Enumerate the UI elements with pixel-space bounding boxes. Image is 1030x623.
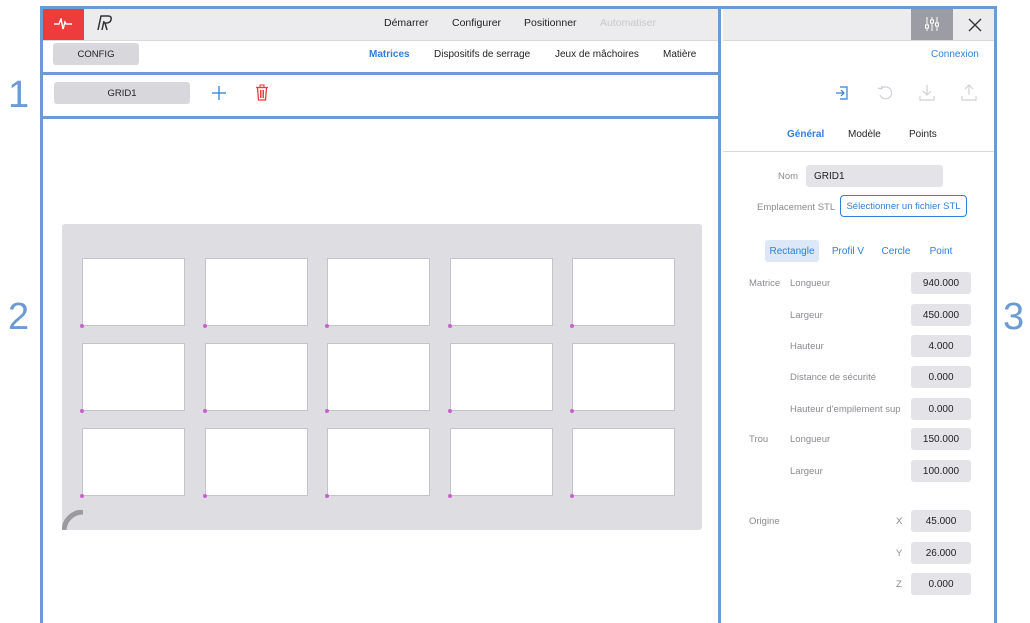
region-label-3: 3	[1003, 296, 1025, 338]
region-3-border	[718, 6, 997, 623]
region-1-border	[40, 72, 721, 119]
region-label-2: 2	[8, 296, 30, 338]
region-2-border	[40, 116, 721, 623]
region-label-1: 1	[8, 74, 30, 116]
region-nav-border	[40, 6, 721, 75]
